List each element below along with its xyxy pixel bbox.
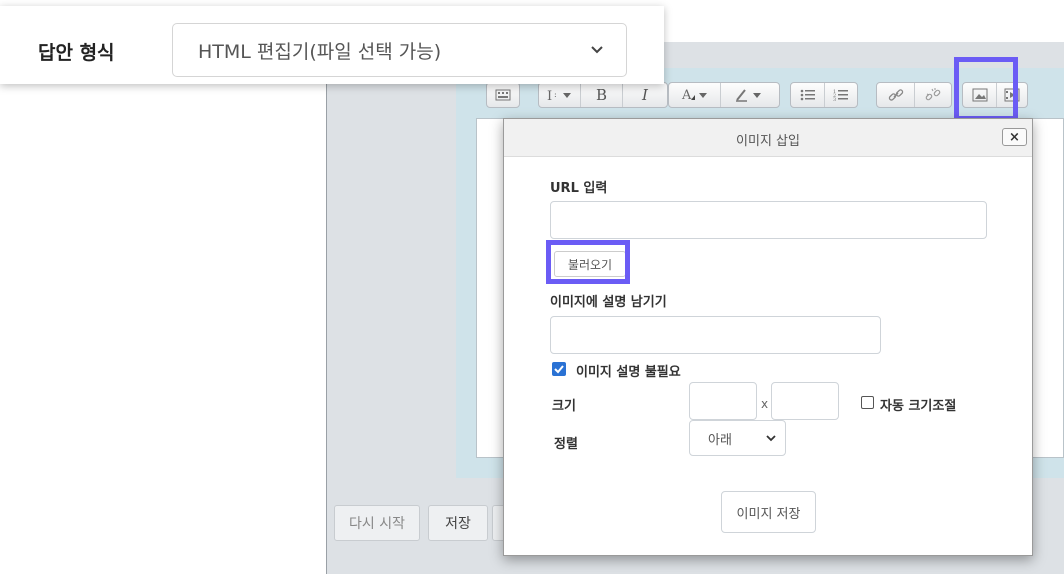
align-label: 정렬 [554,437,578,452]
answer-format-select[interactable]: HTML 편집기(파일 선택 가능) [172,23,627,77]
toolbar-toggle-button[interactable] [487,83,519,107]
svg-text::: : [554,90,557,99]
svg-text:A: A [681,88,692,103]
auto-resize-label: 자동 크기조절 [880,399,957,414]
restart-button[interactable]: 다시 시작 [334,505,420,541]
size-separator: x [761,397,769,411]
toolbar-group-lists: 123 [790,82,858,108]
height-input[interactable] [771,382,839,420]
font-color-button[interactable]: A [669,83,721,107]
italic-label: I [642,86,648,104]
paragraph-style-icon: I: [547,89,571,102]
bullet-list-button[interactable] [791,83,825,107]
toolbar-group-toggle [486,82,520,108]
url-input[interactable] [550,201,987,239]
link-icon [888,89,903,101]
toolbar-group-links [876,82,952,108]
description-input[interactable] [550,316,881,354]
no-description-checkbox[interactable] [552,362,566,376]
toolbar-group-format: I: B I [538,82,668,108]
no-description-label: 이미지 설명 불필요 [576,365,681,380]
keyboard-icon [495,89,511,101]
answer-format-panel: 답안 형식 HTML 편집기(파일 선택 가능) [0,6,664,84]
answer-format-label: 답안 형식 [38,42,115,64]
background-color-button[interactable] [721,83,779,107]
auto-resize-checkbox[interactable] [861,396,874,409]
insert-image-dialog: 이미지 삽입 × URL 입력 불러오기 이미지에 설명 남기기 이미지 설명 … [503,118,1033,556]
dialog-header: 이미지 삽입 × [504,119,1032,157]
url-label: URL 입력 [550,181,608,196]
highlight-load-button [546,240,630,284]
highlighter-icon [736,89,761,102]
paragraph-style-button[interactable]: I: [539,83,581,107]
size-label: 크기 [552,399,576,414]
close-icon: × [1009,129,1020,145]
link-button[interactable] [877,83,915,107]
italic-button[interactable]: I [623,83,667,107]
highlight-image-button [954,57,1018,121]
unlink-button[interactable] [915,83,951,107]
unlink-icon [925,88,941,101]
close-button[interactable]: × [1002,128,1027,146]
align-select[interactable]: 아래 [689,420,786,456]
save-label: 저장 [445,516,471,532]
numbered-list-icon: 123 [833,89,848,102]
svg-text:3: 3 [833,97,836,102]
chevron-down-icon [591,46,603,54]
svg-text:I: I [547,89,552,102]
restart-label: 다시 시작 [349,516,405,532]
dialog-title: 이미지 삽입 [736,134,800,149]
screen: I: B I A 123 다시 시작 저장 답안 형식 HTML 편집기(파일 … [0,0,1064,574]
bold-button[interactable]: B [581,83,623,107]
save-image-label: 이미지 저장 [736,506,801,522]
width-input[interactable] [689,382,757,420]
font-color-icon: A [681,88,707,103]
description-label: 이미지에 설명 남기기 [550,295,667,310]
bullet-list-icon [800,89,815,101]
numbered-list-button[interactable]: 123 [825,83,857,107]
checkmark-icon [554,365,564,374]
align-value: 아래 [708,432,732,448]
bold-label: B [595,86,608,104]
answer-format-value: HTML 편집기(파일 선택 가능) [198,40,442,63]
save-button[interactable]: 저장 [428,505,488,541]
save-image-button[interactable]: 이미지 저장 [721,491,816,533]
chevron-down-icon [766,435,776,442]
toolbar-group-color: A [668,82,780,108]
